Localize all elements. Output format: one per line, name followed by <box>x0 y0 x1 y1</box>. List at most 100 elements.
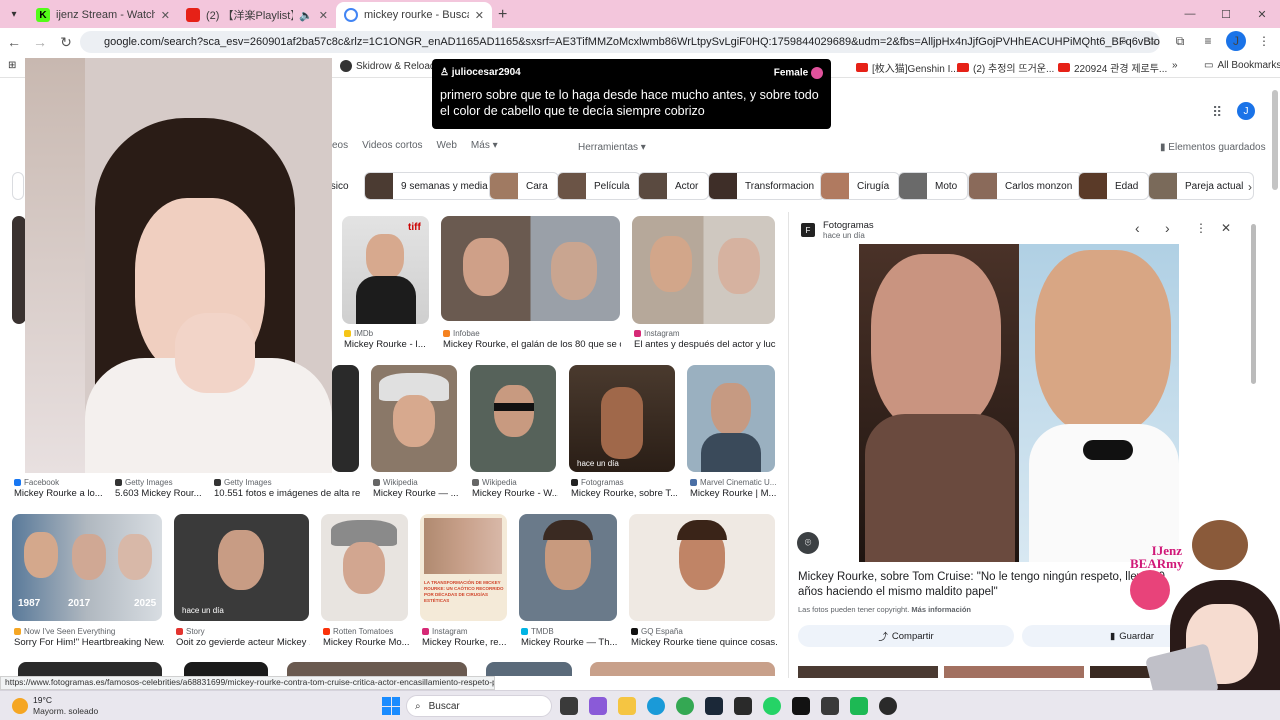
preview-image[interactable] <box>859 244 1179 562</box>
zoom-icon[interactable]: ⌕ <box>1114 31 1134 51</box>
more-info-link[interactable]: Más información <box>911 605 971 614</box>
result-image[interactable] <box>321 514 408 621</box>
address-bar[interactable]: google.com/search?sca_esv=260901af2ba57c… <box>80 31 1160 53</box>
chips-next-icon[interactable]: › <box>1248 180 1252 194</box>
result-caption[interactable]: El antes y después del actor y luc... <box>634 339 776 350</box>
mute-icon[interactable]: 🔈 <box>299 9 313 22</box>
share-button[interactable]: ⤴ Compartir <box>798 625 1014 647</box>
app-icon[interactable] <box>821 697 839 715</box>
reload-icon[interactable]: ↻ <box>54 30 78 54</box>
close-window-icon[interactable]: ✕ <box>1244 0 1280 28</box>
result-image[interactable] <box>184 662 268 676</box>
chip[interactable]: Pareja actual <box>1148 172 1255 200</box>
result-image[interactable] <box>486 662 572 676</box>
new-tab-button[interactable]: + <box>498 6 507 24</box>
result-caption[interactable]: Mickey Rourke — ... <box>373 488 459 499</box>
close-panel-icon[interactable]: ✕ <box>1221 221 1231 235</box>
apps-icon[interactable]: ⊞ <box>8 60 16 71</box>
bookmark-star-icon[interactable]: ☆ <box>1142 31 1162 51</box>
tab-search-button[interactable]: ▾ <box>0 0 28 28</box>
result-image[interactable] <box>687 365 775 472</box>
minimize-icon[interactable]: — <box>1172 0 1208 28</box>
close-tab-icon[interactable]: ✕ <box>319 9 328 22</box>
nav-web[interactable]: Web <box>437 140 457 151</box>
result-caption[interactable]: Mickey Rourke - I... <box>344 339 430 350</box>
panel-scrollbar[interactable] <box>1251 224 1256 384</box>
nav-short-videos[interactable]: Videos cortos <box>362 140 422 151</box>
chip[interactable]: Moto <box>898 172 969 200</box>
tab-google[interactable]: mickey rourke - Buscar con Goo ✕ <box>336 2 492 28</box>
result-caption[interactable]: Mickey Rourke, el galán de los 80 que se… <box>443 339 621 350</box>
more-options-icon[interactable]: ⋮ <box>1195 221 1207 235</box>
page-scrollbar[interactable] <box>1272 90 1278 190</box>
menu-icon[interactable]: ⋮ <box>1254 31 1274 51</box>
result-image[interactable] <box>12 216 26 324</box>
related-image[interactable] <box>944 666 1084 678</box>
edge-icon[interactable] <box>647 697 665 715</box>
lens-icon[interactable]: ⌾ <box>797 532 819 554</box>
result-image[interactable]: hace un día <box>174 514 309 621</box>
chip-partial[interactable] <box>12 172 24 200</box>
result-image[interactable] <box>632 216 775 324</box>
result-caption[interactable]: 5.603 Mickey Rour... <box>115 488 205 499</box>
result-caption[interactable]: Mickey Rourke — Th... <box>521 637 619 648</box>
result-image[interactable]: tiff <box>342 216 429 324</box>
whatsapp-icon[interactable] <box>763 697 781 715</box>
result-caption[interactable]: Ooit zo gevierde acteur Mickey ... <box>176 637 310 648</box>
chip[interactable]: Cirugía <box>820 172 901 200</box>
chip[interactable]: Película <box>557 172 641 200</box>
result-caption[interactable]: Mickey Rourke Mo... <box>323 637 409 648</box>
steam-icon[interactable] <box>705 697 723 715</box>
back-icon[interactable]: ← <box>2 30 26 54</box>
result-image[interactable] <box>332 365 359 472</box>
chrome-icon[interactable] <box>676 697 694 715</box>
result-image[interactable] <box>18 662 162 676</box>
bookmark-item[interactable]: [枚入猫]Genshin I... <box>856 60 959 75</box>
terminal-icon[interactable] <box>734 697 752 715</box>
result-image[interactable]: hace un día <box>569 365 675 472</box>
bookmark-item[interactable]: 220924 관경 제로투... <box>1058 60 1167 75</box>
maximize-icon[interactable]: ☐ <box>1208 0 1244 28</box>
result-caption[interactable]: Mickey Rourke tiene quince cosas... <box>631 637 777 648</box>
result-caption[interactable]: 10.551 fotos e imágenes de alta re... <box>214 488 360 499</box>
chip[interactable]: Actor <box>638 172 710 200</box>
taskview-icon[interactable] <box>560 697 578 715</box>
profile-avatar[interactable]: J <box>1226 31 1246 51</box>
next-image-icon[interactable]: › <box>1165 220 1170 236</box>
taskbar-search[interactable]: ⌕ Buscar <box>406 695 552 717</box>
result-image[interactable] <box>519 514 617 621</box>
saved-items-link[interactable]: ▮ Elementos guardados <box>1160 142 1266 153</box>
nav-videos[interactable]: eos <box>332 140 348 151</box>
result-caption[interactable]: Mickey Rourke, re... <box>422 637 508 648</box>
prev-image-icon[interactable]: ‹ <box>1135 220 1140 236</box>
google-avatar[interactable]: J <box>1237 102 1255 120</box>
copilot-icon[interactable] <box>589 697 607 715</box>
more-bookmarks[interactable]: » <box>1172 60 1178 71</box>
result-image[interactable]: 1987 2017 2025 <box>12 514 162 621</box>
forward-icon[interactable]: → <box>28 30 52 54</box>
apps-grid-icon[interactable]: ⠿ <box>1212 104 1222 121</box>
result-image[interactable] <box>371 365 457 472</box>
result-caption[interactable]: Sorry For Him!" Heartbreaking New... <box>14 637 164 648</box>
all-bookmarks[interactable]: ▭ All Bookmarks <box>1204 60 1280 71</box>
chip[interactable]: Edad <box>1078 172 1150 200</box>
result-caption[interactable]: Mickey Rourke - W... <box>472 488 558 499</box>
result-image[interactable] <box>470 365 556 472</box>
result-image[interactable] <box>590 662 775 676</box>
obs-icon[interactable] <box>879 697 897 715</box>
result-caption[interactable]: Mickey Rourke a lo... <box>14 488 104 499</box>
chip[interactable]: 9 semanas y media <box>364 172 499 200</box>
epic-games-icon[interactable] <box>792 697 810 715</box>
media-icon[interactable]: ≡ <box>1198 31 1218 51</box>
tools-button[interactable]: Herramientas ▾ <box>578 142 646 153</box>
nav-more[interactable]: Más ▾ <box>471 140 498 151</box>
result-image[interactable] <box>441 216 620 321</box>
start-icon[interactable] <box>382 697 400 715</box>
related-image[interactable] <box>798 666 938 678</box>
close-tab-icon[interactable]: ✕ <box>161 9 170 22</box>
tab-kick[interactable]: K ijenz Stream - Watch Live on Ki ✕ <box>28 2 178 28</box>
app-icon[interactable] <box>850 697 868 715</box>
file-explorer-icon[interactable] <box>618 697 636 715</box>
result-image[interactable]: LA TRANSFORMACIÓN DE MICKEY ROURKE: UN C… <box>420 514 507 621</box>
chip[interactable]: Carlos monzon <box>968 172 1084 200</box>
